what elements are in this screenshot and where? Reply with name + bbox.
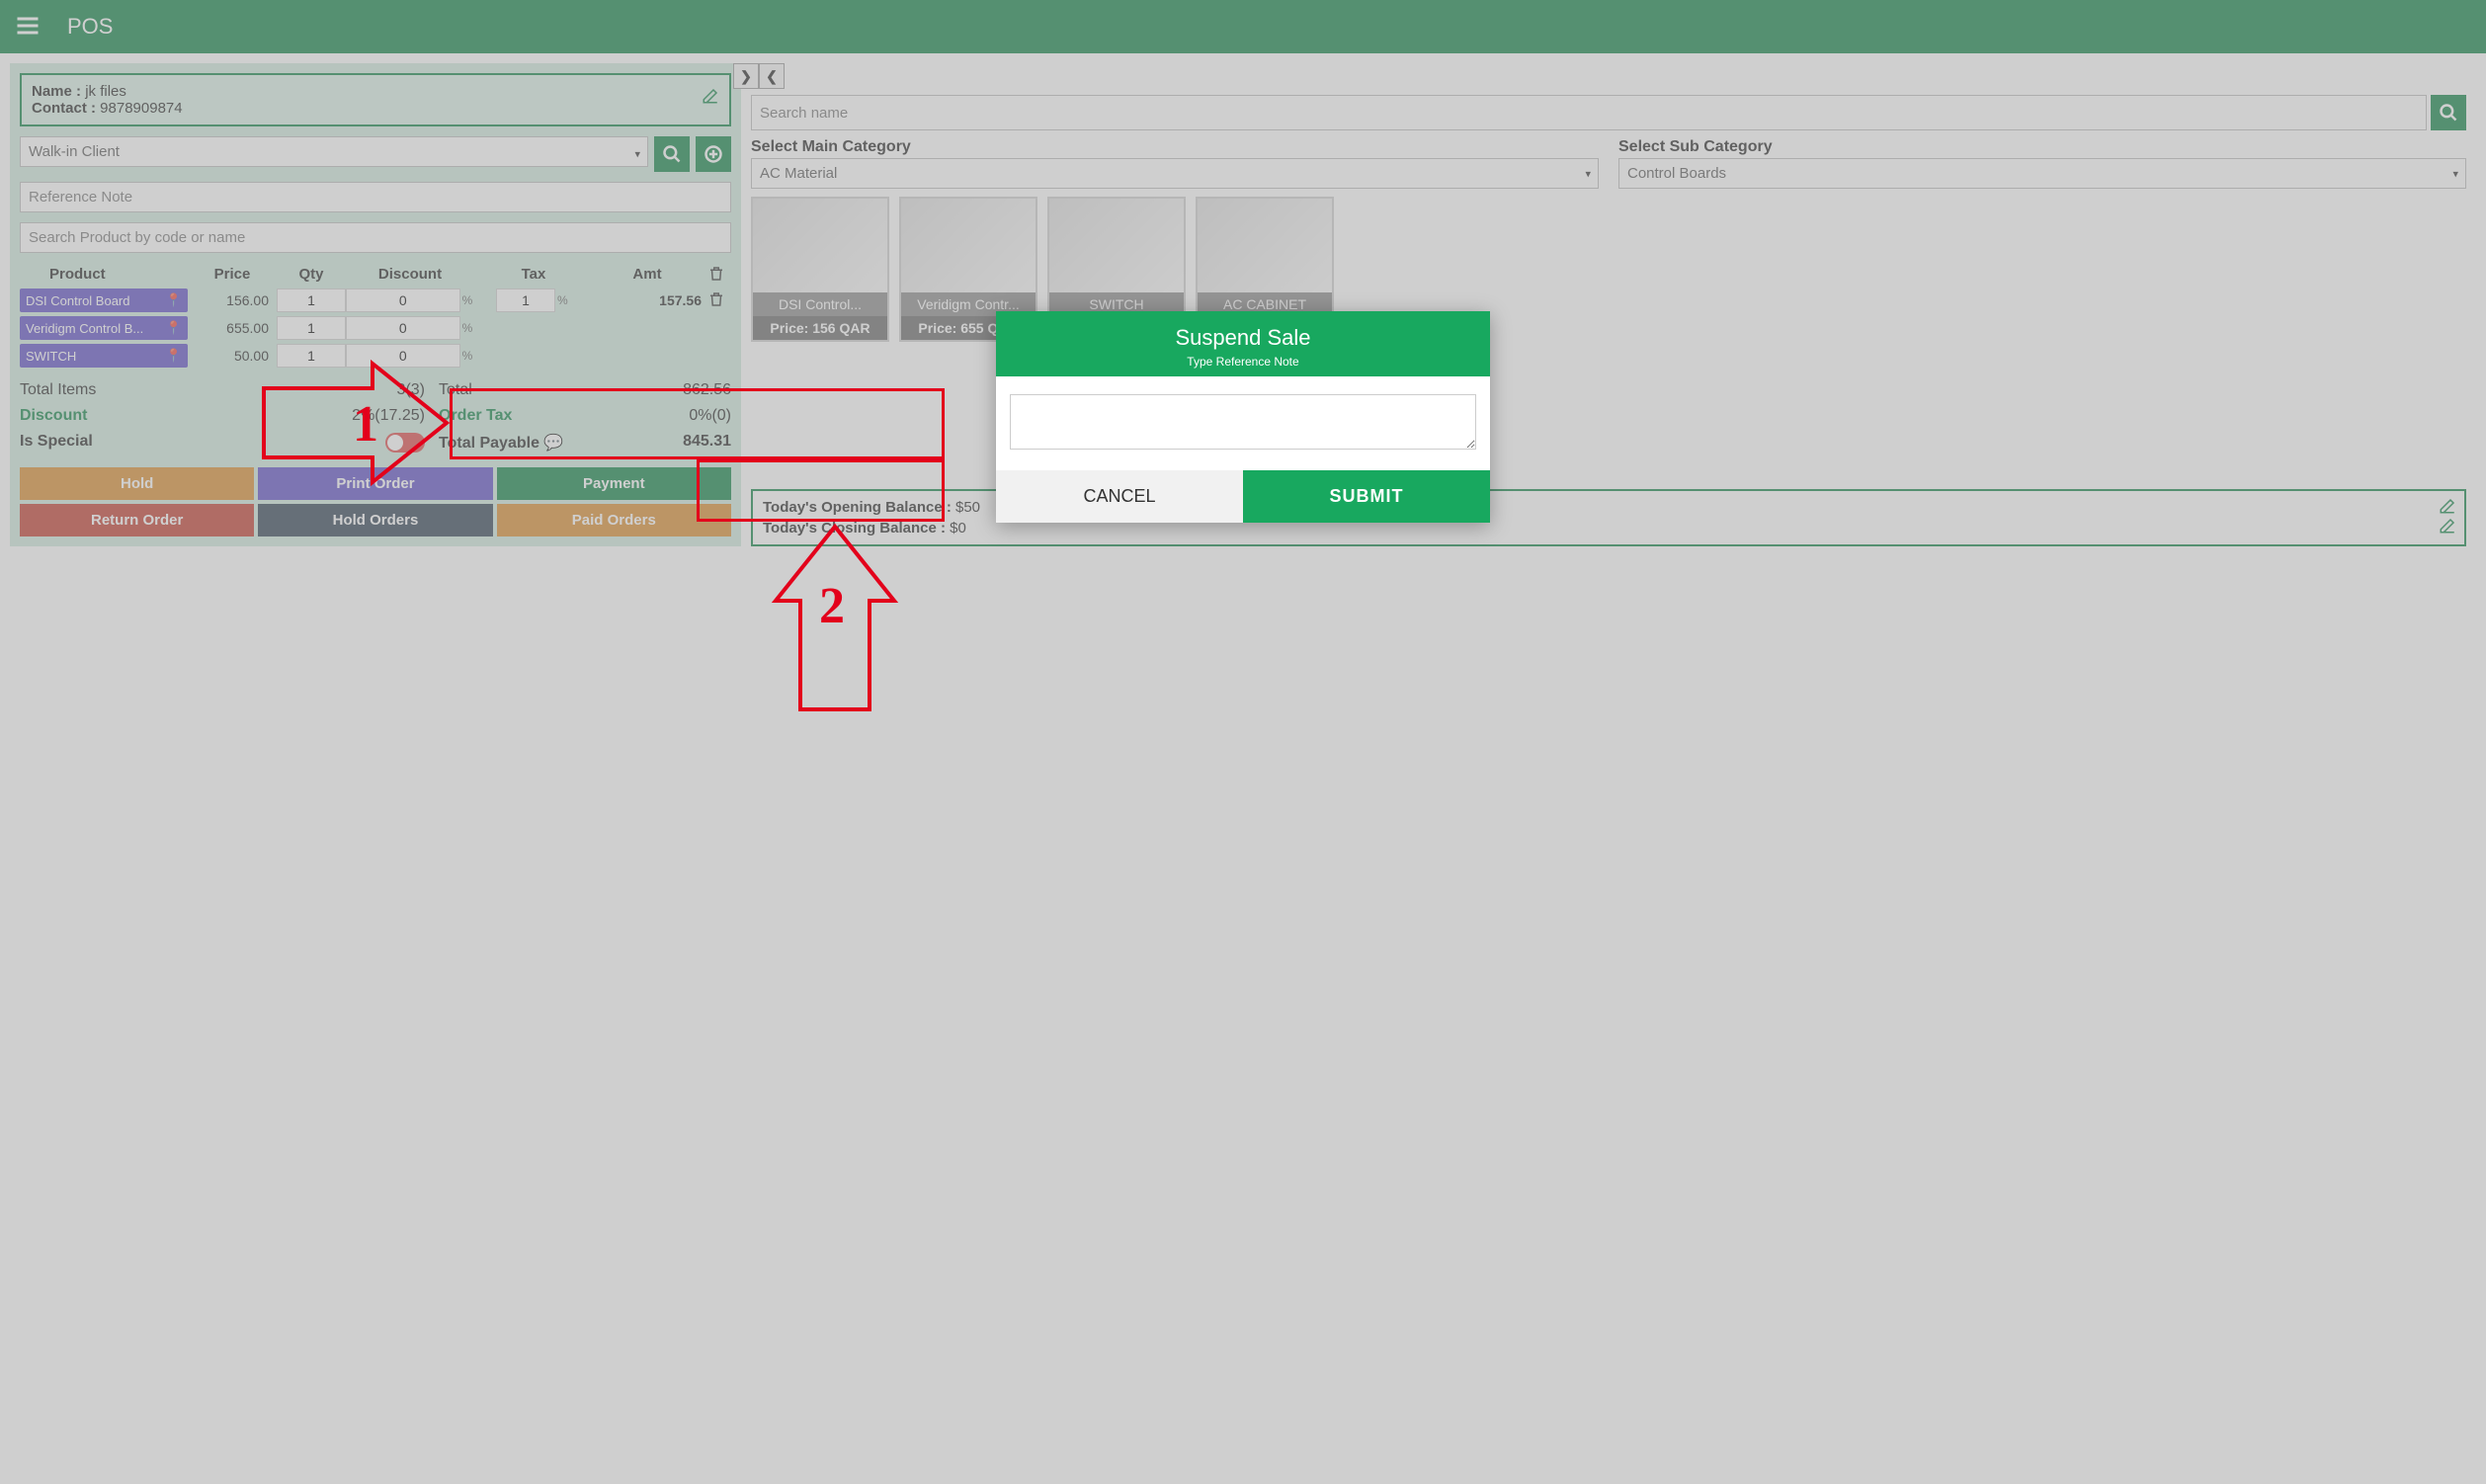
modal-subtitle: Type Reference Note: [1006, 355, 1480, 369]
modal-overlay[interactable]: [0, 0, 2486, 1484]
submit-button[interactable]: SUBMIT: [1243, 470, 1490, 523]
reference-note-textarea[interactable]: [1010, 394, 1476, 450]
suspend-sale-modal: Suspend Sale Type Reference Note CANCEL …: [996, 311, 1490, 523]
modal-title: Suspend Sale: [1006, 325, 1480, 351]
cancel-button[interactable]: CANCEL: [996, 470, 1243, 523]
modal-header: Suspend Sale Type Reference Note: [996, 311, 1490, 376]
modal-body: [996, 376, 1490, 470]
